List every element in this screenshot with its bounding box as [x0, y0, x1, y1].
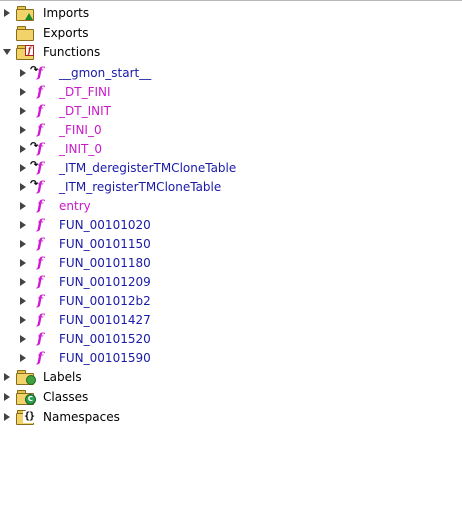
expand-function-toggle[interactable]: [19, 353, 29, 363]
tree-node-label-labels: Labels: [43, 370, 82, 384]
external-function-icon: f ↷: [30, 141, 44, 157]
tree-node-classes[interactable]: C Classes: [0, 388, 462, 407]
expand-function-toggle[interactable]: [19, 144, 29, 154]
external-function-icon: f ↷: [30, 179, 44, 195]
thunk-arrow-icon: ↷: [30, 179, 39, 190]
function-icon: f: [36, 236, 44, 252]
function-node[interactable]: f FUN_001012b2: [0, 292, 462, 311]
function-node[interactable]: f FUN_00101427: [0, 311, 462, 330]
function-icon: f: [36, 255, 44, 271]
function-name: __gmon_start__: [59, 66, 152, 80]
function-name: _DT_INIT: [59, 104, 111, 118]
function-node[interactable]: f entry: [0, 197, 462, 216]
expand-function-toggle[interactable]: [19, 106, 29, 116]
function-node[interactable]: f ↷ __gmon_start__: [0, 64, 462, 83]
expand-function-toggle[interactable]: [19, 87, 29, 97]
external-function-icon: f ↷: [30, 65, 44, 81]
function-node[interactable]: f _FINI_0: [0, 121, 462, 140]
thunk-arrow-icon: ↷: [30, 65, 39, 76]
folder-labels-icon: [16, 370, 36, 385]
tree-node-labels[interactable]: Labels: [0, 368, 462, 387]
function-node[interactable]: f FUN_00101520: [0, 330, 462, 349]
function-node[interactable]: f ↷ _ITM_registerTMCloneTable: [0, 178, 462, 197]
function-icon: f: [36, 350, 44, 366]
function-icon: f: [36, 198, 44, 214]
function-name: _ITM_registerTMCloneTable: [59, 180, 222, 194]
tree-node-exports[interactable]: Exports: [0, 24, 462, 43]
expand-function-toggle[interactable]: [19, 125, 29, 135]
function-icon: f: [36, 331, 44, 347]
expand-labels-toggle[interactable]: [3, 372, 13, 382]
function-node[interactable]: f FUN_00101150: [0, 235, 462, 254]
function-name: _INIT_0: [59, 142, 103, 156]
expand-function-toggle[interactable]: [19, 220, 29, 230]
folder-namespaces-icon: {}: [16, 410, 35, 425]
collapse-functions-toggle[interactable]: [3, 47, 13, 57]
folder-functions-icon: f: [16, 45, 34, 60]
function-name: FUN_001012b2: [59, 294, 151, 308]
expand-function-toggle[interactable]: [19, 68, 29, 78]
function-node[interactable]: f _DT_INIT: [0, 102, 462, 121]
expand-function-toggle[interactable]: [19, 315, 29, 325]
function-node[interactable]: f FUN_00101020: [0, 216, 462, 235]
expand-classes-toggle[interactable]: [3, 392, 13, 402]
function-name: _DT_FINI: [59, 85, 111, 99]
function-icon: f: [36, 217, 44, 233]
function-name: FUN_00101590: [59, 351, 151, 365]
function-icon: f: [36, 274, 44, 290]
tree-node-label-exports: Exports: [43, 26, 89, 40]
folder-classes-icon: C: [16, 390, 36, 405]
function-node[interactable]: f FUN_00101180: [0, 254, 462, 273]
function-node[interactable]: f ↷ _ITM_deregisterTMCloneTable: [0, 159, 462, 178]
function-icon: f: [36, 312, 44, 328]
tree-node-label-classes: Classes: [43, 390, 89, 404]
tree-node-functions[interactable]: f Functions: [0, 43, 462, 62]
expand-function-toggle[interactable]: [19, 239, 29, 249]
expand-function-toggle[interactable]: [19, 277, 29, 287]
expand-function-toggle[interactable]: [19, 182, 29, 192]
tree-node-imports[interactable]: Imports: [0, 4, 462, 23]
function-name: FUN_00101520: [59, 332, 151, 346]
expand-function-toggle[interactable]: [19, 163, 29, 173]
function-node[interactable]: f ↷ _INIT_0: [0, 140, 462, 159]
expand-function-toggle[interactable]: [19, 258, 29, 268]
tree-node-label-functions: Functions: [43, 45, 101, 59]
function-name: FUN_00101209: [59, 275, 151, 289]
function-name: _FINI_0: [59, 123, 102, 137]
function-icon: f: [36, 293, 44, 309]
symbol-tree: Imports Exports f Functions f ↷ __gmon_sta…: [0, 0, 462, 506]
expand-namespaces-toggle[interactable]: [3, 412, 13, 422]
thunk-arrow-icon: ↷: [30, 141, 39, 152]
expand-imports-toggle[interactable]: [3, 8, 13, 18]
external-function-icon: f ↷: [30, 160, 44, 176]
function-node[interactable]: f FUN_00101209: [0, 273, 462, 292]
function-node[interactable]: f FUN_00101590: [0, 349, 462, 368]
function-name: FUN_00101427: [59, 313, 151, 327]
tree-top-border: [0, 0, 462, 1]
function-icon: f: [36, 122, 44, 138]
expand-function-toggle[interactable]: [19, 296, 29, 306]
tree-node-label-imports: Imports: [43, 6, 90, 20]
expand-function-toggle[interactable]: [19, 201, 29, 211]
tree-node-namespaces[interactable]: {} Namespaces: [0, 408, 462, 427]
expand-function-toggle[interactable]: [19, 334, 29, 344]
tree-node-label-namespaces: Namespaces: [43, 410, 120, 424]
function-node[interactable]: f _DT_FINI: [0, 83, 462, 102]
function-name: _ITM_deregisterTMCloneTable: [59, 161, 237, 175]
folder-icon: [16, 26, 34, 41]
function-name: FUN_00101150: [59, 237, 151, 251]
function-icon: f: [36, 84, 44, 100]
thunk-arrow-icon: ↷: [30, 160, 39, 171]
function-name: FUN_00101180: [59, 256, 151, 270]
function-icon: f: [36, 103, 44, 119]
function-name: entry: [59, 199, 91, 213]
function-name: FUN_00101020: [59, 218, 151, 232]
folder-import-icon: [16, 6, 34, 21]
